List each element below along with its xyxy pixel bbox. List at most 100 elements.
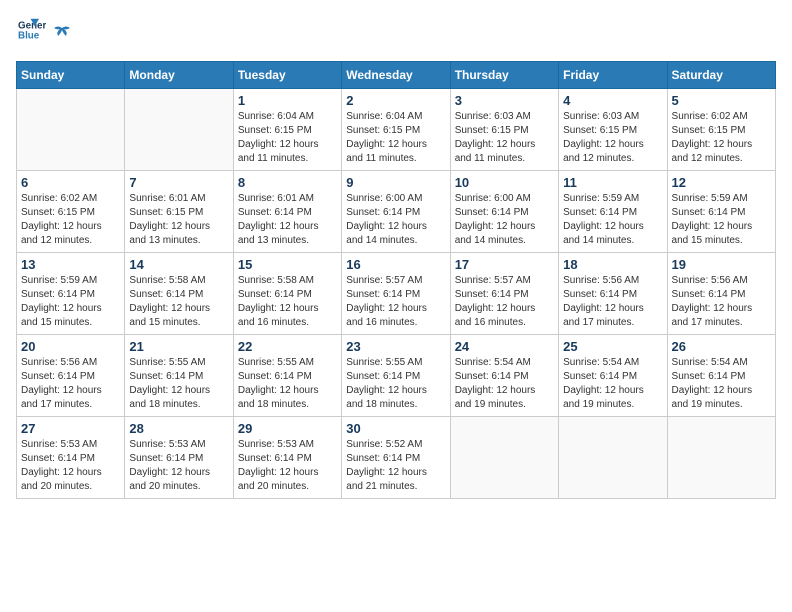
page-header: General Blue xyxy=(16,16,776,49)
day-cell xyxy=(17,89,125,171)
day-cell: 28Sunrise: 5:53 AM Sunset: 6:14 PM Dayli… xyxy=(125,417,233,499)
day-info: Sunrise: 5:53 AM Sunset: 6:14 PM Dayligh… xyxy=(238,438,337,494)
day-cell: 18 Sunrise: 5:56 AM Sunset: 6:14 PM Dayli… xyxy=(559,253,667,335)
day-number: 3 xyxy=(455,93,554,108)
day-cell: 27 Sunrise: 5:53 AM Sunset: 6:14 PM Dayli… xyxy=(17,417,125,499)
day-info: Sunrise: 5:59 AM Sunset: 6:14 PM Dayligh… xyxy=(672,192,771,248)
logo: General Blue xyxy=(16,16,72,49)
day-info: Sunrise: 6:04 AM Sunset: 6:15 PM Dayligh… xyxy=(238,110,337,166)
day-cell: 17 Sunrise: 5:57 AM Sunset: 6:14 PM Dayli… xyxy=(450,253,558,335)
day-info: Sunrise: 5:57 AM Sunset: 6:14 PM Dayligh… xyxy=(346,274,445,330)
day-info: Sunrise: 5:53 AM Sunset: 6:14 PM Dayligh… xyxy=(21,438,120,494)
day-cell: 16 Sunrise: 5:57 AM Sunset: 6:14 PM Dayli… xyxy=(342,253,450,335)
day-number: 24 xyxy=(455,339,554,354)
day-number: 9 xyxy=(346,175,445,190)
day-number: 12 xyxy=(672,175,771,190)
day-cell: 21 Sunrise: 5:55 AM Sunset: 6:14 PM Dayli… xyxy=(125,335,233,417)
day-cell: 2Sunrise: 6:04 AM Sunset: 6:15 PM Daylig… xyxy=(342,89,450,171)
day-info: Sunrise: 6:01 AM Sunset: 6:14 PM Dayligh… xyxy=(238,192,337,248)
day-cell xyxy=(667,417,775,499)
day-cell: 5 Sunrise: 6:02 AM Sunset: 6:15 PM Daylig… xyxy=(667,89,775,171)
day-cell: 23 Sunrise: 5:55 AM Sunset: 6:14 PM Dayli… xyxy=(342,335,450,417)
header-cell-tuesday: Tuesday xyxy=(233,62,341,89)
day-number: 7 xyxy=(129,175,228,190)
header-cell-sunday: Sunday xyxy=(17,62,125,89)
header-cell-monday: Monday xyxy=(125,62,233,89)
day-cell: 13Sunrise: 5:59 AM Sunset: 6:14 PM Dayli… xyxy=(17,253,125,335)
day-number: 15 xyxy=(238,257,337,272)
day-cell: 6 Sunrise: 6:02 AM Sunset: 6:15 PM Daylig… xyxy=(17,171,125,253)
week-row-3: 13Sunrise: 5:59 AM Sunset: 6:14 PM Dayli… xyxy=(17,253,776,335)
day-number: 4 xyxy=(563,93,662,108)
day-number: 26 xyxy=(672,339,771,354)
day-number: 14 xyxy=(129,257,228,272)
day-cell: 4 Sunrise: 6:03 AM Sunset: 6:15 PM Daylig… xyxy=(559,89,667,171)
day-info: Sunrise: 6:01 AM Sunset: 6:15 PM Dayligh… xyxy=(129,192,228,248)
day-info: Sunrise: 6:03 AM Sunset: 6:15 PM Dayligh… xyxy=(455,110,554,166)
day-cell: 10Sunrise: 6:00 AM Sunset: 6:14 PM Dayli… xyxy=(450,171,558,253)
week-row-2: 6 Sunrise: 6:02 AM Sunset: 6:15 PM Daylig… xyxy=(17,171,776,253)
day-info: Sunrise: 6:02 AM Sunset: 6:15 PM Dayligh… xyxy=(21,192,120,248)
day-number: 6 xyxy=(21,175,120,190)
day-number: 29 xyxy=(238,421,337,436)
day-info: Sunrise: 5:52 AM Sunset: 6:14 PM Dayligh… xyxy=(346,438,445,494)
day-cell: 1 Sunrise: 6:04 AM Sunset: 6:15 PM Daylig… xyxy=(233,89,341,171)
day-number: 8 xyxy=(238,175,337,190)
day-info: Sunrise: 5:57 AM Sunset: 6:14 PM Dayligh… xyxy=(455,274,554,330)
day-cell: 20 Sunrise: 5:56 AM Sunset: 6:14 PM Dayli… xyxy=(17,335,125,417)
header-cell-wednesday: Wednesday xyxy=(342,62,450,89)
day-number: 27 xyxy=(21,421,120,436)
header-cell-friday: Friday xyxy=(559,62,667,89)
day-number: 2 xyxy=(346,93,445,108)
day-cell: 11Sunrise: 5:59 AM Sunset: 6:14 PM Dayli… xyxy=(559,171,667,253)
day-cell: 22Sunrise: 5:55 AM Sunset: 6:14 PM Dayli… xyxy=(233,335,341,417)
day-cell: 12 Sunrise: 5:59 AM Sunset: 6:14 PM Dayli… xyxy=(667,171,775,253)
day-number: 5 xyxy=(672,93,771,108)
day-number: 17 xyxy=(455,257,554,272)
logo-bird-icon xyxy=(52,24,72,44)
day-cell: 25 Sunrise: 5:54 AM Sunset: 6:14 PM Dayli… xyxy=(559,335,667,417)
day-number: 23 xyxy=(346,339,445,354)
day-cell: 24 Sunrise: 5:54 AM Sunset: 6:14 PM Dayli… xyxy=(450,335,558,417)
day-cell: 29 Sunrise: 5:53 AM Sunset: 6:14 PM Dayli… xyxy=(233,417,341,499)
day-cell: 7 Sunrise: 6:01 AM Sunset: 6:15 PM Daylig… xyxy=(125,171,233,253)
day-info: Sunrise: 5:55 AM Sunset: 6:14 PM Dayligh… xyxy=(346,356,445,412)
day-number: 20 xyxy=(21,339,120,354)
day-cell: 19Sunrise: 5:56 AM Sunset: 6:14 PM Dayli… xyxy=(667,253,775,335)
day-number: 1 xyxy=(238,93,337,108)
day-info: Sunrise: 5:54 AM Sunset: 6:14 PM Dayligh… xyxy=(672,356,771,412)
calendar-table: SundayMondayTuesdayWednesdayThursdayFrid… xyxy=(16,61,776,499)
header-row: SundayMondayTuesdayWednesdayThursdayFrid… xyxy=(17,62,776,89)
logo-icon: General Blue xyxy=(18,16,46,44)
day-info: Sunrise: 5:55 AM Sunset: 6:14 PM Dayligh… xyxy=(129,356,228,412)
day-cell: 26 Sunrise: 5:54 AM Sunset: 6:14 PM Dayli… xyxy=(667,335,775,417)
day-info: Sunrise: 5:56 AM Sunset: 6:14 PM Dayligh… xyxy=(21,356,120,412)
day-info: Sunrise: 5:54 AM Sunset: 6:14 PM Dayligh… xyxy=(455,356,554,412)
svg-text:Blue: Blue xyxy=(18,30,40,41)
day-number: 19 xyxy=(672,257,771,272)
day-number: 16 xyxy=(346,257,445,272)
day-info: Sunrise: 5:56 AM Sunset: 6:14 PM Dayligh… xyxy=(563,274,662,330)
day-cell xyxy=(559,417,667,499)
day-cell xyxy=(450,417,558,499)
day-info: Sunrise: 5:58 AM Sunset: 6:14 PM Dayligh… xyxy=(238,274,337,330)
day-cell xyxy=(125,89,233,171)
day-number: 25 xyxy=(563,339,662,354)
day-info: Sunrise: 6:03 AM Sunset: 6:15 PM Dayligh… xyxy=(563,110,662,166)
day-info: Sunrise: 5:59 AM Sunset: 6:14 PM Dayligh… xyxy=(563,192,662,248)
day-info: Sunrise: 6:02 AM Sunset: 6:15 PM Dayligh… xyxy=(672,110,771,166)
day-info: Sunrise: 5:59 AM Sunset: 6:14 PM Dayligh… xyxy=(21,274,120,330)
week-row-5: 27 Sunrise: 5:53 AM Sunset: 6:14 PM Dayli… xyxy=(17,417,776,499)
header-cell-saturday: Saturday xyxy=(667,62,775,89)
day-info: Sunrise: 5:58 AM Sunset: 6:14 PM Dayligh… xyxy=(129,274,228,330)
day-cell: 14 Sunrise: 5:58 AM Sunset: 6:14 PM Dayli… xyxy=(125,253,233,335)
day-number: 18 xyxy=(563,257,662,272)
day-cell: 30Sunrise: 5:52 AM Sunset: 6:14 PM Dayli… xyxy=(342,417,450,499)
day-cell: 8 Sunrise: 6:01 AM Sunset: 6:14 PM Daylig… xyxy=(233,171,341,253)
week-row-4: 20 Sunrise: 5:56 AM Sunset: 6:14 PM Dayli… xyxy=(17,335,776,417)
day-info: Sunrise: 5:54 AM Sunset: 6:14 PM Dayligh… xyxy=(563,356,662,412)
header-cell-thursday: Thursday xyxy=(450,62,558,89)
day-number: 21 xyxy=(129,339,228,354)
day-cell: 3 Sunrise: 6:03 AM Sunset: 6:15 PM Daylig… xyxy=(450,89,558,171)
day-number: 28 xyxy=(129,421,228,436)
